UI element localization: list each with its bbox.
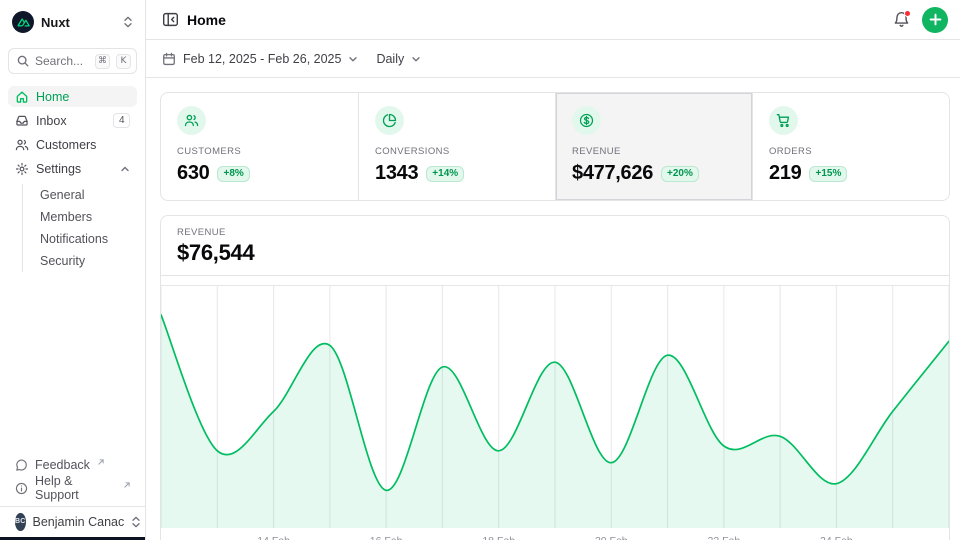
subnav-label: General — [40, 188, 84, 202]
sidebar-item-customers[interactable]: Customers — [8, 134, 137, 155]
sidebar-nav: Home Inbox 4 Customers Settings — [8, 86, 137, 272]
stat-delta-badge: +15% — [809, 166, 847, 182]
sidebar-item-home[interactable]: Home — [8, 86, 137, 107]
pie-chart-icon — [375, 106, 404, 135]
search-field[interactable] — [35, 54, 89, 68]
svg-text:24 Feb: 24 Feb — [820, 535, 853, 540]
user-menu[interactable]: BC Benjamin Canac — [0, 506, 145, 532]
sidebar-item-label: Customers — [36, 138, 96, 152]
sidebar-item-settings[interactable]: Settings — [8, 158, 137, 179]
chat-bubble-icon — [15, 459, 28, 472]
stat-value: 630 — [177, 162, 209, 185]
page-title: Home — [187, 12, 226, 28]
search-input[interactable]: ⌘ K — [8, 48, 137, 74]
date-range-value: Feb 12, 2025 - Feb 26, 2025 — [183, 52, 341, 66]
notifications-button[interactable] — [893, 11, 910, 28]
external-link-icon — [98, 459, 104, 465]
workspace-name: Nuxt — [41, 15, 116, 30]
chart-header: REVENUE $76,544 — [161, 216, 949, 276]
user-name: Benjamin Canac — [33, 515, 125, 529]
footer-link-label: Feedback — [35, 458, 90, 472]
stats-row: CUSTOMERS 630 +8% CONVERSIONS 1343 +14% — [160, 92, 950, 201]
cart-icon — [769, 106, 798, 135]
stat-label: ORDERS — [769, 146, 933, 157]
svg-text:22 Feb: 22 Feb — [708, 535, 741, 540]
topbar-actions — [893, 7, 948, 33]
svg-text:14 Feb: 14 Feb — [257, 535, 290, 540]
stat-card-conversions[interactable]: CONVERSIONS 1343 +14% — [358, 93, 555, 200]
stat-card-revenue[interactable]: REVENUE $477,626 +20% — [555, 93, 752, 200]
sidebar-item-notifications[interactable]: Notifications — [34, 228, 137, 250]
inbox-icon — [15, 114, 29, 128]
add-button[interactable] — [922, 7, 948, 33]
settings-subnav: General Members Notifications Security — [22, 184, 137, 272]
kbd-cmd: ⌘ — [95, 54, 110, 69]
subnav-label: Security — [40, 254, 85, 268]
svg-text:18 Feb: 18 Feb — [482, 535, 515, 540]
dashboard-app: Nuxt ⌘ K Home Inb — [0, 0, 960, 540]
stat-label: REVENUE — [572, 146, 736, 157]
sidebar-footer-links: Feedback Help & Support — [8, 455, 137, 506]
subnav-label: Members — [40, 210, 92, 224]
users-icon — [177, 106, 206, 135]
stat-card-customers[interactable]: CUSTOMERS 630 +8% — [161, 93, 358, 200]
calendar-icon — [162, 52, 176, 66]
subnav-label: Notifications — [40, 232, 108, 246]
dashboard-content: CUSTOMERS 630 +8% CONVERSIONS 1343 +14% — [146, 78, 960, 540]
chevron-up-icon — [120, 164, 130, 174]
inbox-count-badge: 4 — [113, 113, 130, 128]
revenue-chart-card: REVENUE $76,544 14 Feb 16 Feb 18 Feb 20 Feb… — [160, 215, 950, 540]
search-icon — [17, 55, 29, 67]
chevron-down-icon — [348, 54, 358, 64]
notification-dot — [904, 10, 911, 17]
chart-metric-value: $76,544 — [177, 240, 933, 266]
stat-label: CUSTOMERS — [177, 146, 342, 157]
stat-delta-badge: +20% — [661, 166, 699, 182]
sidebar-item-label: Settings — [36, 162, 81, 176]
workspace-selector-icon — [123, 16, 133, 28]
chart-metric-label: REVENUE — [177, 227, 933, 238]
sidebar-item-general[interactable]: General — [34, 184, 137, 206]
users-icon — [15, 138, 29, 152]
feedback-link[interactable]: Feedback — [8, 455, 137, 475]
sidebar-item-members[interactable]: Members — [34, 206, 137, 228]
stat-card-orders[interactable]: ORDERS 219 +15% — [752, 93, 949, 200]
user-avatar: BC — [15, 513, 26, 531]
sidebar-item-label: Inbox — [36, 114, 67, 128]
stat-value: 1343 — [375, 162, 418, 185]
external-link-icon — [124, 482, 130, 488]
sidebar-spacer — [8, 272, 137, 455]
svg-text:16 Feb: 16 Feb — [370, 535, 403, 540]
sidebar-item-label: Home — [36, 90, 69, 104]
home-icon — [15, 90, 29, 104]
date-range-picker[interactable]: Feb 12, 2025 - Feb 26, 2025 — [162, 52, 358, 66]
topbar: Home — [146, 0, 960, 40]
stat-delta-badge: +8% — [217, 166, 249, 182]
stat-value: $477,626 — [572, 162, 653, 185]
gear-icon — [15, 162, 29, 176]
sidebar-item-inbox[interactable]: Inbox 4 — [8, 110, 137, 131]
sidebar-item-security[interactable]: Security — [34, 250, 137, 272]
nuxt-logo-icon — [12, 11, 34, 33]
footer-link-label: Help & Support — [35, 474, 116, 502]
collapse-sidebar-icon[interactable] — [162, 11, 179, 28]
help-support-link[interactable]: Help & Support — [8, 478, 137, 498]
info-icon — [15, 482, 28, 495]
dollar-circle-icon — [572, 106, 601, 135]
stat-label: CONVERSIONS — [375, 146, 539, 157]
revenue-area-chart[interactable]: 14 Feb 16 Feb 18 Feb 20 Feb 22 Feb 24 Feb — [161, 285, 949, 540]
chevron-down-icon — [411, 54, 421, 64]
svg-text:20 Feb: 20 Feb — [595, 535, 628, 540]
stat-value: 219 — [769, 162, 801, 185]
kbd-k: K — [116, 54, 131, 69]
filters-toolbar: Feb 12, 2025 - Feb 26, 2025 Daily — [146, 40, 960, 78]
sidebar: Nuxt ⌘ K Home Inb — [0, 0, 146, 540]
stat-delta-badge: +14% — [426, 166, 464, 182]
user-selector-icon — [131, 516, 141, 528]
workspace-switcher[interactable]: Nuxt — [8, 10, 137, 34]
main-panel: Home Feb 12, 2025 - Feb 26, 2025 — [146, 0, 960, 540]
granularity-value: Daily — [376, 52, 404, 66]
granularity-select[interactable]: Daily — [376, 52, 421, 66]
